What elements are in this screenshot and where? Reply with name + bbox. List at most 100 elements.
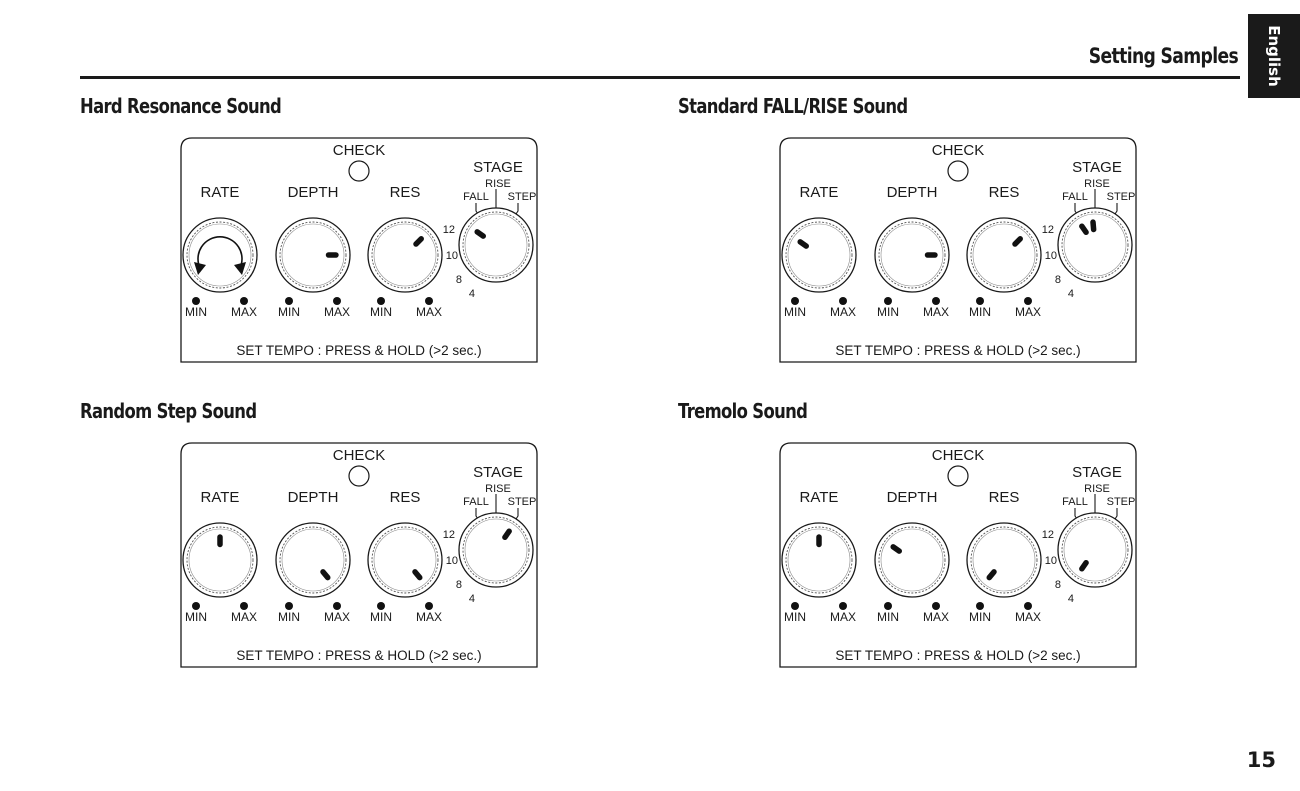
check-label: CHECK bbox=[333, 447, 386, 464]
max-dot-res bbox=[425, 297, 433, 305]
rate-pointer bbox=[797, 239, 810, 249]
stage-step-label: STEP bbox=[508, 496, 537, 508]
stage-scale-8: 8 bbox=[1055, 579, 1061, 591]
stage-fall-label: FALL bbox=[1062, 191, 1088, 203]
res-knob bbox=[367, 217, 443, 293]
max-dot-rate bbox=[839, 602, 847, 610]
res-knob bbox=[966, 217, 1042, 293]
max-dot-depth bbox=[333, 297, 341, 305]
depth-knob bbox=[275, 522, 351, 598]
knob-outer-ring bbox=[367, 217, 443, 293]
depth-pointer bbox=[890, 544, 903, 554]
panel-fall-rise: CHECK RATE DEPTH RES MIN MAX MIN MAX MIN MAX STAGE… bbox=[779, 137, 1137, 363]
min-dot-depth bbox=[285, 602, 293, 610]
max-dot-depth bbox=[932, 602, 940, 610]
min-label-res: MIN bbox=[969, 305, 991, 319]
check-led-icon bbox=[947, 160, 969, 182]
stage-rise-label: RISE bbox=[485, 483, 511, 495]
pedal-panel-svg: CHECK RATE DEPTH RES MIN MAX MIN MAX MIN MAX STAGE… bbox=[180, 137, 538, 363]
res-label: RES bbox=[989, 489, 1020, 506]
check-led-icon bbox=[348, 465, 370, 487]
stage-pointer-1 bbox=[1079, 223, 1089, 236]
knob-outer-ring bbox=[458, 207, 534, 283]
knob-outer-ring bbox=[182, 522, 258, 598]
stage-knob bbox=[458, 512, 534, 588]
knob-outer-ring bbox=[275, 217, 351, 293]
min-dot-depth bbox=[884, 297, 892, 305]
rate-label: RATE bbox=[201, 489, 240, 506]
stage-scale-12: 12 bbox=[443, 529, 455, 541]
rate-label: RATE bbox=[201, 184, 240, 201]
min-dot-res bbox=[377, 602, 385, 610]
stage-knob bbox=[458, 207, 534, 283]
check-label: CHECK bbox=[333, 142, 386, 159]
rate-knob bbox=[781, 217, 857, 293]
min-dot-depth bbox=[884, 602, 892, 610]
stage-scale-8: 8 bbox=[456, 579, 462, 591]
knob-outer-ring bbox=[874, 217, 950, 293]
stage-scale-10: 10 bbox=[1045, 555, 1057, 567]
check-led-icon bbox=[348, 160, 370, 182]
depth-label: DEPTH bbox=[887, 184, 938, 201]
res-knob bbox=[367, 522, 443, 598]
stage-pointer-2 bbox=[1090, 219, 1097, 233]
rate-knob bbox=[182, 217, 258, 293]
stage-pointer-1 bbox=[1079, 559, 1089, 572]
min-dot-res bbox=[976, 602, 984, 610]
set-tempo-footer: SET TEMPO : PRESS & HOLD (>2 sec.) bbox=[236, 648, 481, 663]
stage-scale-12: 12 bbox=[1042, 529, 1054, 541]
section-title-random-step: Random Step Sound bbox=[80, 399, 257, 423]
res-label: RES bbox=[390, 489, 421, 506]
min-label-rate: MIN bbox=[784, 610, 806, 624]
res-pointer bbox=[413, 236, 424, 247]
max-label-depth: MAX bbox=[324, 610, 350, 624]
stage-scale-8: 8 bbox=[1055, 274, 1061, 286]
stage-scale-12: 12 bbox=[443, 224, 455, 236]
res-pointer bbox=[412, 569, 423, 581]
stage-step-label: STEP bbox=[508, 191, 537, 203]
set-tempo-footer: SET TEMPO : PRESS & HOLD (>2 sec.) bbox=[236, 343, 481, 358]
min-dot-depth bbox=[285, 297, 293, 305]
min-label-depth: MIN bbox=[877, 610, 899, 624]
max-dot-depth bbox=[333, 602, 341, 610]
depth-label: DEPTH bbox=[288, 489, 339, 506]
max-label-rate: MAX bbox=[830, 610, 856, 624]
min-dot-rate bbox=[192, 297, 200, 305]
knob-outer-ring bbox=[1057, 207, 1133, 283]
min-dot-res bbox=[976, 297, 984, 305]
rate-label: RATE bbox=[800, 489, 839, 506]
check-led-icon bbox=[947, 465, 969, 487]
stage-scale-10: 10 bbox=[446, 250, 458, 262]
min-label-rate: MIN bbox=[784, 305, 806, 319]
res-knob bbox=[966, 522, 1042, 598]
set-tempo-footer: SET TEMPO : PRESS & HOLD (>2 sec.) bbox=[835, 343, 1080, 358]
panel-tremolo: CHECK RATE DEPTH RES MIN MAX MIN MAX MIN MAX STAGE… bbox=[779, 442, 1137, 668]
rate-knob bbox=[182, 522, 258, 598]
stage-scale-4: 4 bbox=[1068, 593, 1074, 605]
max-label-depth: MAX bbox=[923, 305, 949, 319]
rate-knob bbox=[781, 522, 857, 598]
res-label: RES bbox=[390, 184, 421, 201]
section-title-fall-rise: Standard FALL/RISE Sound bbox=[678, 94, 908, 118]
language-tab-label: English bbox=[1265, 25, 1283, 87]
min-label-depth: MIN bbox=[278, 305, 300, 319]
knob-outer-ring bbox=[781, 522, 857, 598]
knob-outer-ring bbox=[458, 512, 534, 588]
stage-rise-label: RISE bbox=[485, 178, 511, 190]
max-dot-res bbox=[1024, 297, 1032, 305]
max-dot-rate bbox=[240, 297, 248, 305]
max-label-rate: MAX bbox=[830, 305, 856, 319]
min-dot-res bbox=[377, 297, 385, 305]
max-label-res: MAX bbox=[1015, 610, 1041, 624]
check-label: CHECK bbox=[932, 142, 985, 159]
knob-outer-ring bbox=[1057, 512, 1133, 588]
depth-knob bbox=[275, 217, 351, 293]
max-label-res: MAX bbox=[1015, 305, 1041, 319]
stage-knob bbox=[1057, 207, 1133, 283]
stage-rise-label: RISE bbox=[1084, 178, 1110, 190]
min-label-res: MIN bbox=[370, 610, 392, 624]
depth-knob bbox=[874, 522, 950, 598]
depth-label: DEPTH bbox=[887, 489, 938, 506]
panel-random-step: CHECK RATE DEPTH RES MIN MAX MIN MAX MIN MAX STAGE… bbox=[180, 442, 538, 668]
check-label: CHECK bbox=[932, 447, 985, 464]
